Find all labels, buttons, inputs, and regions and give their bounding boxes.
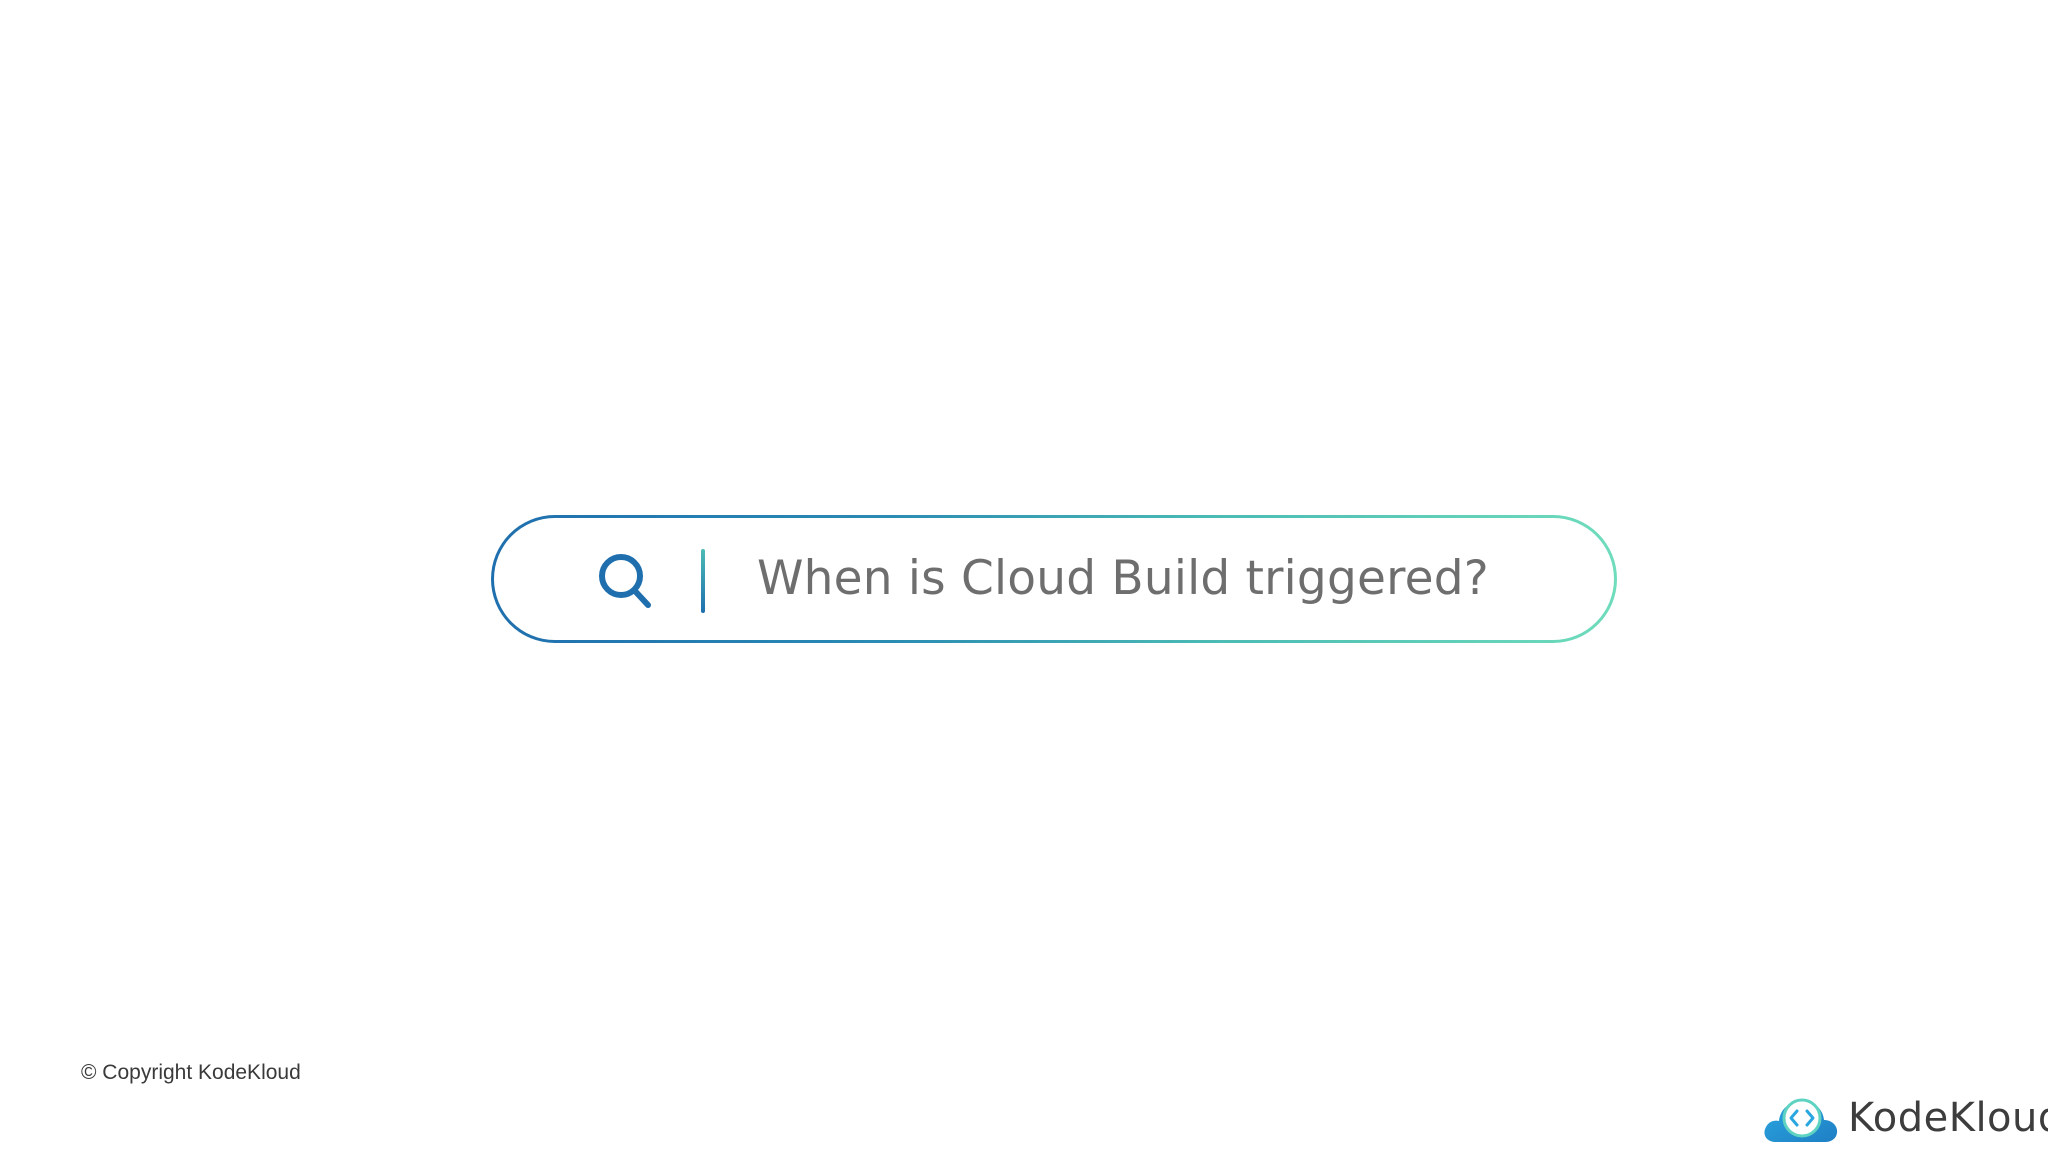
- search-bar[interactable]: When is Cloud Build triggered?: [491, 515, 1617, 643]
- brand-name: KodeKloud: [1848, 1095, 2048, 1141]
- search-icon: [599, 554, 651, 608]
- search-bar-inner: When is Cloud Build triggered?: [494, 518, 1614, 640]
- search-divider: [701, 549, 705, 613]
- cloud-code-logo-icon: [1764, 1098, 1838, 1142]
- brand-logo: KodeKloud: [1762, 1090, 2048, 1146]
- search-query-text: When is Cloud Build triggered?: [757, 551, 1489, 606]
- slide-canvas: When is Cloud Build triggered? © Copyrig…: [0, 0, 2048, 1152]
- copyright-text: © Copyright KodeKloud: [81, 1061, 301, 1084]
